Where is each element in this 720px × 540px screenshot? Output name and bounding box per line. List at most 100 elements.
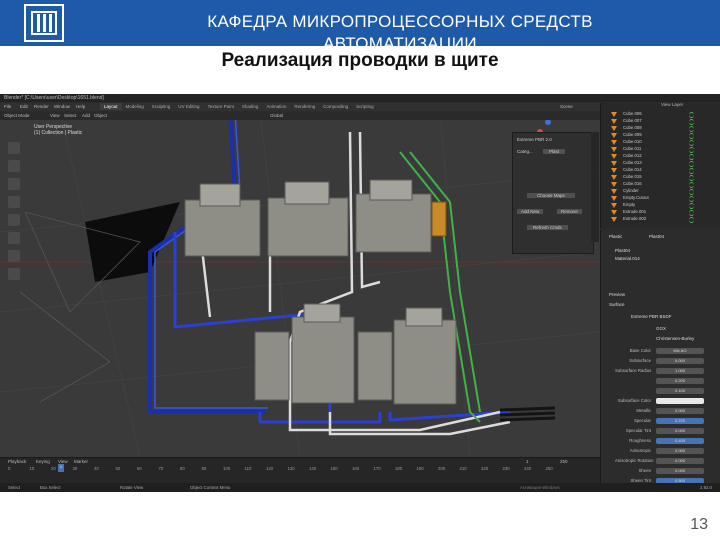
property-value-field[interactable]: 1.000 <box>656 368 704 374</box>
tab-shading[interactable]: Shading <box>238 103 263 110</box>
viewport-menu-object[interactable]: Object <box>94 113 107 118</box>
property-value-field[interactable]: 0.100 <box>656 388 704 394</box>
visibility-icon[interactable] <box>689 210 694 216</box>
section-preview[interactable]: Preview <box>609 292 625 297</box>
3d-viewport[interactable]: Object Mode View Select Add Object Globa… <box>0 112 600 457</box>
menu-help[interactable]: Help <box>76 104 85 109</box>
visibility-icon[interactable] <box>689 182 694 188</box>
remove-button[interactable]: Remove <box>557 209 582 214</box>
property-value-field[interactable]: 0.000 <box>656 408 704 414</box>
outliner-item[interactable]: Cube.015 <box>623 174 642 179</box>
property-value-field[interactable]: 0.000 <box>656 428 704 434</box>
current-frame-marker[interactable]: 1 <box>58 464 64 472</box>
visibility-icon[interactable] <box>689 189 694 195</box>
category-dropdown[interactable]: Plast <box>543 149 566 154</box>
tab-rendering[interactable]: Rendering <box>290 103 319 110</box>
property-value-field[interactable]: 0.000 <box>656 358 704 364</box>
outliner-item[interactable]: Extrude.002 <box>623 216 646 221</box>
material-slot-2[interactable]: Material.014 <box>615 256 640 261</box>
refresh-button[interactable]: Refresh Cmds <box>527 225 568 230</box>
menu-edit[interactable]: Edit <box>20 104 28 109</box>
outliner-item[interactable]: Extrude.001 <box>623 209 646 214</box>
annotate-tool-icon[interactable] <box>8 250 20 262</box>
cursor-tool-icon[interactable] <box>8 160 20 172</box>
menu-file[interactable]: File <box>4 104 11 109</box>
tab-uv-editing[interactable]: UV Editing <box>174 103 203 110</box>
timeline[interactable]: Playback Keying View Marker 1 250 0 10 20 3… <box>0 457 600 484</box>
visibility-icon[interactable] <box>689 112 694 118</box>
property-value-field[interactable]: 0.400 <box>656 438 704 444</box>
property-value-field[interactable]: 0.000 <box>656 448 704 454</box>
visibility-icon[interactable] <box>689 175 694 181</box>
outliner-item[interactable]: Cube.012 <box>623 153 642 158</box>
section-surface[interactable]: Surface <box>609 302 625 307</box>
scene-selector[interactable]: Scene <box>560 104 573 109</box>
outliner-item[interactable]: Cube.008 <box>623 125 642 130</box>
timeline-keying[interactable]: Keying <box>36 459 50 464</box>
outliner-item[interactable]: Cube.014 <box>623 167 642 172</box>
subsurface-method[interactable]: Christensen-Burley <box>656 336 694 341</box>
tab-modeling[interactable]: Modeling <box>122 103 148 110</box>
scale-tool-icon[interactable] <box>8 214 20 226</box>
mesh-icon <box>611 210 617 215</box>
visibility-icon[interactable] <box>689 217 694 223</box>
start-frame[interactable]: 1 <box>526 459 529 464</box>
outliner-item[interactable]: Cube.016 <box>623 181 642 186</box>
tab-texture-paint[interactable]: Texture Paint <box>204 103 238 110</box>
end-frame[interactable]: 250 <box>560 459 568 464</box>
timeline-tick-label: 140 <box>309 466 317 471</box>
outliner-item[interactable]: Cube.007 <box>623 118 642 123</box>
menu-render[interactable]: Render <box>34 104 49 109</box>
material-slot-1[interactable]: Plast04 <box>615 248 630 253</box>
visibility-icon[interactable] <box>689 140 694 146</box>
n-panel-tabs[interactable] <box>591 132 599 242</box>
select-tool-icon[interactable] <box>8 142 20 154</box>
tab-compositing[interactable]: Compositing <box>319 103 352 110</box>
surface-type[interactable]: Extreme PBR BSDF <box>631 314 672 319</box>
outliner-item[interactable]: Cube.010 <box>623 139 642 144</box>
property-value-field[interactable] <box>656 398 704 404</box>
measure-tool-icon[interactable] <box>8 268 20 280</box>
visibility-icon[interactable] <box>689 147 694 153</box>
tab-layout[interactable]: Layout <box>100 103 122 110</box>
outliner-item[interactable]: Cube.011 <box>623 146 641 151</box>
menu-window[interactable]: Window <box>54 104 70 109</box>
property-value-field[interactable]: 0.220 <box>656 418 704 424</box>
property-value-field[interactable]: 0.200 <box>656 378 704 384</box>
viewport-menu-view[interactable]: View <box>50 113 60 118</box>
visibility-icon[interactable] <box>689 168 694 174</box>
visibility-icon[interactable] <box>689 133 694 139</box>
visibility-icon[interactable] <box>689 203 694 209</box>
viewport-menu-add[interactable]: Add <box>82 113 90 118</box>
outliner-item[interactable]: Cube.006 <box>623 111 642 116</box>
visibility-icon[interactable] <box>689 154 694 160</box>
tab-sculpting[interactable]: Sculpting <box>148 103 175 110</box>
rotate-tool-icon[interactable] <box>8 196 20 208</box>
visibility-icon[interactable] <box>689 119 694 125</box>
visibility-icon[interactable] <box>689 126 694 132</box>
visibility-icon[interactable] <box>689 161 694 167</box>
timeline-marker[interactable]: Marker <box>74 459 88 464</box>
tab-scripting[interactable]: Scripting <box>352 103 378 110</box>
mode-selector[interactable]: Object Mode <box>4 113 30 118</box>
property-value-field[interactable]: 0.000 <box>656 468 704 474</box>
transform-tool-icon[interactable] <box>8 232 20 244</box>
outliner-item[interactable]: Empty.Cutout <box>623 195 649 200</box>
outliner-item[interactable]: Empty <box>623 202 635 207</box>
outliner-item[interactable]: Cube.013 <box>623 160 642 165</box>
visibility-icon[interactable] <box>689 196 694 202</box>
move-tool-icon[interactable] <box>8 178 20 190</box>
timeline-playback[interactable]: Playback <box>8 459 26 464</box>
property-label: Roughness <box>629 438 651 443</box>
outliner-item[interactable]: Cube.009 <box>623 132 642 137</box>
tab-animation[interactable]: Animation <box>262 103 290 110</box>
viewport-menu-select[interactable]: Select <box>64 113 77 118</box>
orientation-selector[interactable]: Global <box>270 113 283 118</box>
add-new-button[interactable]: Add New <box>517 209 544 214</box>
property-value-field[interactable]: 0.000 <box>656 458 704 464</box>
outliner-item[interactable]: Cylinder <box>623 188 639 193</box>
property-value-field[interactable]: Mix AO <box>656 348 704 354</box>
timeline-tick-label: 180 <box>395 466 403 471</box>
distribution-method[interactable]: GGX <box>656 326 666 331</box>
choose-maps-button[interactable]: Choose Maps <box>527 193 575 198</box>
